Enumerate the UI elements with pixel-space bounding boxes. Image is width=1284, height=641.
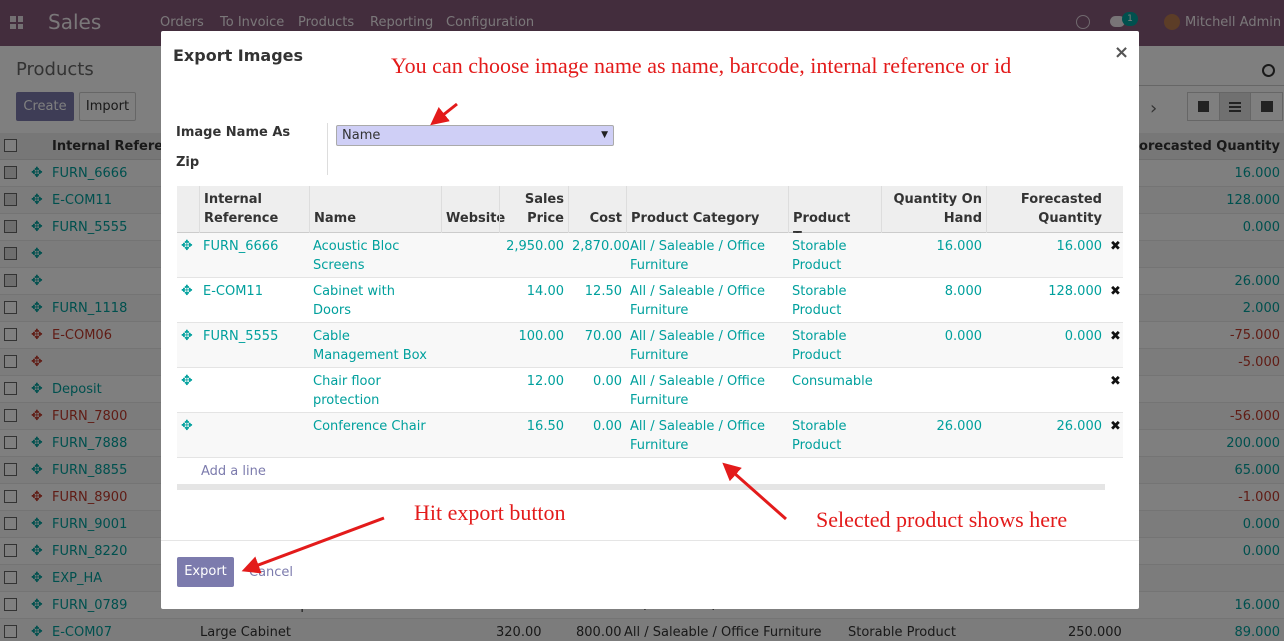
cell-type: Storable Product [792, 239, 847, 273]
cell-cost: 2,870.00 [572, 239, 630, 254]
cell-type: Storable Product [792, 419, 847, 453]
cell-category: All / Saleable / Office Furniture [630, 419, 766, 453]
col-product-category[interactable]: Product Category [626, 186, 788, 233]
zip-label: Zip [176, 155, 200, 170]
cell-category: All / Saleable / Office Furniture [630, 284, 766, 318]
cell-price: 16.50 [526, 419, 564, 434]
cell-qoh [881, 368, 986, 376]
cell-type: Storable Product [792, 329, 847, 363]
close-icon[interactable]: × [1114, 42, 1129, 63]
selected-products-table: Internal Reference Name Website Sales Pr… [177, 186, 1123, 458]
col-handle [177, 186, 199, 233]
delete-row-icon[interactable]: ✖ [1106, 368, 1124, 395]
cell-price: 12.00 [526, 374, 564, 389]
drag-handle-icon[interactable]: ✥ [177, 368, 199, 395]
cell-name: Conference Chair [313, 419, 426, 434]
add-line-link[interactable]: Add a line [201, 464, 266, 479]
drag-handle-icon[interactable]: ✥ [177, 278, 199, 305]
cell-ref [199, 368, 309, 376]
col-cost[interactable]: Cost [568, 186, 626, 233]
export-button[interactable]: Export [177, 557, 234, 587]
col-internal-reference[interactable]: Internal Reference [199, 186, 309, 233]
image-name-label: Image Name As [176, 125, 291, 140]
col-product-type[interactable]: Product Type [788, 186, 881, 245]
cell-price: 14.00 [526, 284, 564, 299]
table-scrollbar[interactable] [177, 484, 1105, 490]
field-divider [327, 123, 328, 175]
cell-qoh: 16.000 [936, 239, 983, 254]
footer-divider [161, 540, 1139, 541]
cell-website [441, 368, 499, 376]
cell-cost: 0.00 [593, 374, 622, 389]
cell-cost: 70.00 [584, 329, 622, 344]
delete-row-icon[interactable]: ✖ [1106, 233, 1124, 260]
cell-price: 100.00 [518, 329, 565, 344]
cell-website [441, 323, 499, 331]
cell-name: Chair floor protection [313, 374, 381, 408]
cell-cost: 0.00 [593, 419, 622, 434]
col-quantity-on-hand[interactable]: Quantity On Hand [881, 186, 986, 233]
cell-cost: 12.50 [584, 284, 622, 299]
col-forecasted-quantity[interactable]: Forecasted Quantity [986, 186, 1106, 233]
cell-fq [986, 368, 1106, 376]
cell-fq: 16.000 [1056, 239, 1103, 254]
select-value: Name [342, 128, 381, 143]
cell-qoh: 0.000 [944, 329, 982, 344]
delete-row-icon[interactable]: ✖ [1106, 278, 1124, 305]
table-row[interactable]: ✥ Conference Chair 16.50 0.00 All / Saleable… [177, 413, 1123, 458]
cell-fq: 26.000 [1056, 419, 1103, 434]
cell-name: Cable Management Box [313, 329, 427, 363]
table-row[interactable]: ✥ FURN_5555 Cable Management Box 100.00 70.0… [177, 323, 1123, 368]
drag-handle-icon[interactable]: ✥ [177, 413, 199, 440]
cell-ref: FURN_6666 [203, 239, 279, 254]
dialog-title: Export Images [173, 46, 304, 65]
annotation-selected-product: Selected product shows here [816, 507, 1068, 532]
cell-category: All / Saleable / Office Furniture [630, 239, 766, 273]
table-row[interactable]: ✥ FURN_6666 Acoustic Bloc Screens 2,950.00 2… [177, 233, 1123, 278]
cell-category: All / Saleable / Office Furniture [630, 329, 766, 363]
cell-ref: FURN_5555 [203, 329, 279, 344]
table-header: Internal Reference Name Website Sales Pr… [177, 186, 1123, 245]
cell-fq: 0.000 [1064, 329, 1102, 344]
annotation-image-name: You can choose image name as name, barco… [391, 53, 1012, 78]
image-name-select[interactable]: Name ▼ [336, 125, 614, 146]
delete-row-icon[interactable]: ✖ [1106, 323, 1124, 350]
annotation-export: Hit export button [414, 500, 566, 525]
cell-ref: E-COM11 [203, 284, 263, 299]
cell-price: 2,950.00 [506, 239, 564, 254]
cell-website [441, 233, 499, 241]
cancel-button[interactable]: Cancel [249, 565, 293, 580]
cell-name: Cabinet with Doors [313, 284, 395, 318]
col-name[interactable]: Name [309, 186, 441, 233]
drag-handle-icon[interactable]: ✥ [177, 323, 199, 350]
cell-website [441, 413, 499, 421]
delete-row-icon[interactable]: ✖ [1106, 413, 1124, 440]
cell-qoh: 26.000 [936, 419, 983, 434]
col-website[interactable]: Website [441, 186, 505, 233]
table-row[interactable]: ✥ Chair floor protection 12.00 0.00 All / Sa… [177, 368, 1123, 413]
col-sales-price[interactable]: Sales Price [499, 186, 568, 233]
caret-down-icon: ▼ [601, 130, 608, 140]
cell-website [441, 278, 499, 286]
drag-handle-icon[interactable]: ✥ [177, 233, 199, 260]
cell-fq: 128.000 [1048, 284, 1102, 299]
cell-category: All / Saleable / Office Furniture [630, 374, 766, 408]
table-row[interactable]: ✥ E-COM11 Cabinet with Doors 14.00 12.50 All … [177, 278, 1123, 323]
cell-ref [199, 413, 309, 421]
cell-type: Consumable [792, 374, 873, 389]
cell-qoh: 8.000 [944, 284, 982, 299]
cell-name: Acoustic Bloc Screens [313, 239, 400, 273]
cell-type: Storable Product [792, 284, 847, 318]
